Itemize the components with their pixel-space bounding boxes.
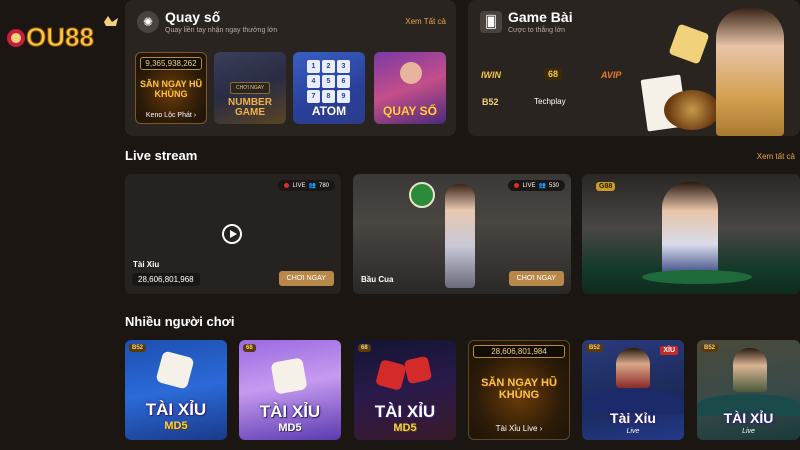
brand-badge: B52 — [129, 344, 147, 352]
game-subtitle: MD5 — [393, 422, 417, 434]
game-title: TÀI XỈU — [145, 400, 207, 419]
brand-badge: B52 — [701, 344, 719, 352]
roulette-illustration — [664, 90, 720, 130]
dice-illustration — [403, 355, 433, 385]
provider-iwin-logo[interactable]: IWIN — [481, 70, 501, 80]
viewers-icon: 👥 — [538, 183, 546, 189]
live-card-bau-cua[interactable]: LIVE 👥 530 Bầu Cua CHƠI NGAY — [353, 174, 571, 294]
dealer-illustration — [616, 348, 650, 388]
game-subtitle: Live — [626, 428, 640, 435]
brand-logo[interactable]: OU88 — [4, 12, 122, 60]
live-stream-see-all-link[interactable]: Xem tất cả — [757, 152, 795, 161]
svg-text:OU88: OU88 — [26, 22, 94, 52]
live-stream-title: Live stream — [125, 148, 198, 163]
jackpot-amount: 28,606,801,984 — [473, 345, 565, 358]
logo-graphic: OU88 — [7, 16, 118, 53]
viewers-icon: 👥 — [308, 183, 316, 189]
play-video-icon[interactable] — [222, 224, 242, 244]
dealer-illustration — [445, 184, 475, 288]
dealer-illustration — [662, 182, 718, 278]
xiu-tag: XỈU — [660, 346, 678, 355]
quay-so-art: QUAY SỐ — [382, 104, 438, 118]
game-title: TÀI XỈU — [374, 402, 436, 421]
dice-illustration — [375, 359, 407, 391]
game-subtitle: MD5 — [164, 420, 188, 432]
dealer-illustration — [733, 348, 767, 392]
table-illustration — [642, 270, 752, 284]
viewer-count: 780 — [318, 182, 329, 189]
live-game-name: Bầu Cua — [361, 275, 394, 284]
live-jackpot-amount: 28,606,801,968 — [132, 273, 200, 286]
game-subtitle: MD5 — [278, 422, 302, 434]
popular-games-title: Nhiều người chơi — [125, 314, 235, 329]
viewer-count: 530 — [548, 182, 559, 189]
game-card-label: Keno Lộc Phát › — [145, 112, 197, 119]
popular-card-tai-xiu-md5-68-red[interactable]: 68 TÀI XỈU MD5 — [354, 340, 456, 440]
dice-illustration — [155, 350, 195, 390]
provider-b52-logo[interactable]: B52 — [482, 97, 499, 107]
live-card-dealer[interactable]: G88 — [582, 174, 800, 294]
brand-badge: B52 — [586, 344, 604, 352]
game-bai-panel[interactable]: 🂠 Game Bài Cược to thắng lớn IWIN 68 AVI… — [468, 0, 800, 136]
jackpot-art: SĂN NGAY HŨ KHỦNG — [481, 377, 557, 401]
quay-so-panel: ✺ Quay số Quay liền tay nhận ngay thưởng… — [125, 0, 456, 136]
provider-68-logo[interactable]: 68 — [544, 68, 563, 80]
game-title: TÀI XỈU — [259, 402, 321, 421]
game-subtitle: Live — [742, 428, 755, 435]
playing-cards-icon: 🂠 — [480, 11, 502, 33]
live-badge: LIVE 👥 780 — [278, 180, 335, 191]
dice-illustration — [668, 23, 710, 65]
game-card-keno-loc-phat[interactable]: 9,365,938,262 SĂN NGAY HŨ KHỦNG Keno Lộc… — [135, 52, 207, 124]
game-bai-title: Game Bài — [508, 9, 573, 25]
game-card-atom[interactable]: 123 456 789 ATOM — [293, 52, 365, 124]
brand-badge: 68 — [358, 344, 371, 352]
live-dot-icon — [514, 183, 520, 188]
dice-illustration — [270, 357, 308, 395]
provider-avip-logo[interactable]: AVIP — [601, 70, 621, 80]
dealer-illustration — [716, 8, 784, 136]
jackpot-amount: 9,365,938,262 — [140, 57, 202, 70]
number-game-art: NUMBER GAME — [228, 97, 272, 118]
live-game-name: Tài Xỉu — [133, 260, 160, 269]
game-bai-subtitle: Cược to thắng lớn — [508, 27, 566, 34]
live-card-tai-xiu[interactable]: LIVE 👥 780 Tài Xỉu 28,606,801,968 CHƠI N… — [125, 174, 341, 294]
game-title: TÀI XỈU — [723, 410, 774, 426]
game-card-number-game[interactable]: CHƠI NGAY NUMBER GAME — [214, 52, 286, 124]
atom-art: ATOM — [311, 104, 347, 118]
popular-card-tai-xiu-live-jackpot[interactable]: 28,606,801,984 SĂN NGAY HŨ KHỦNG Tài Xỉu… — [468, 340, 570, 440]
number-grid: 123 456 789 — [307, 60, 350, 103]
quay-so-title: Quay số — [165, 9, 221, 25]
game-card-label: Tài Xỉu Live › — [495, 424, 543, 433]
game-title: Tài Xỉu — [610, 410, 656, 426]
live-badge: LIVE 👥 530 — [508, 180, 565, 191]
jackpot-art: SĂN NGAY HŨ KHỦNG — [139, 79, 202, 99]
brand-badge: 68 — [243, 344, 256, 352]
game-card-quay-so[interactable]: QUAY SỐ — [374, 52, 446, 124]
popular-card-tai-xiu-live-b52[interactable]: B52 XỈU Tài Xỉu Live — [582, 340, 684, 440]
lottery-wheel-icon: ✺ — [137, 11, 159, 33]
play-now-button[interactable]: CHƠI NGAY — [229, 82, 271, 94]
quay-so-see-all-link[interactable]: Xem Tất cả — [405, 17, 446, 26]
play-now-button[interactable]: CHƠI NGAY — [278, 271, 334, 286]
play-now-button[interactable]: CHƠI NGAY — [508, 271, 564, 286]
popular-card-tai-xiu-md5-b52[interactable]: B52 TÀI XỈU MD5 — [125, 340, 227, 440]
bau-cua-plate-illustration — [409, 182, 435, 208]
quay-so-subtitle: Quay liền tay nhận ngay thưởng lớn — [165, 27, 278, 34]
provider-techplay-logo[interactable]: Techplay — [534, 97, 566, 106]
brand-badge: G88 — [596, 182, 616, 191]
popular-card-tai-xiu-live-b52-2[interactable]: B52 TÀI XỈU Live — [697, 340, 800, 440]
live-dot-icon — [284, 183, 290, 188]
popular-card-tai-xiu-md5-68[interactable]: 68 TÀI XỈU MD5 — [239, 340, 341, 440]
character-illustration — [400, 62, 422, 84]
